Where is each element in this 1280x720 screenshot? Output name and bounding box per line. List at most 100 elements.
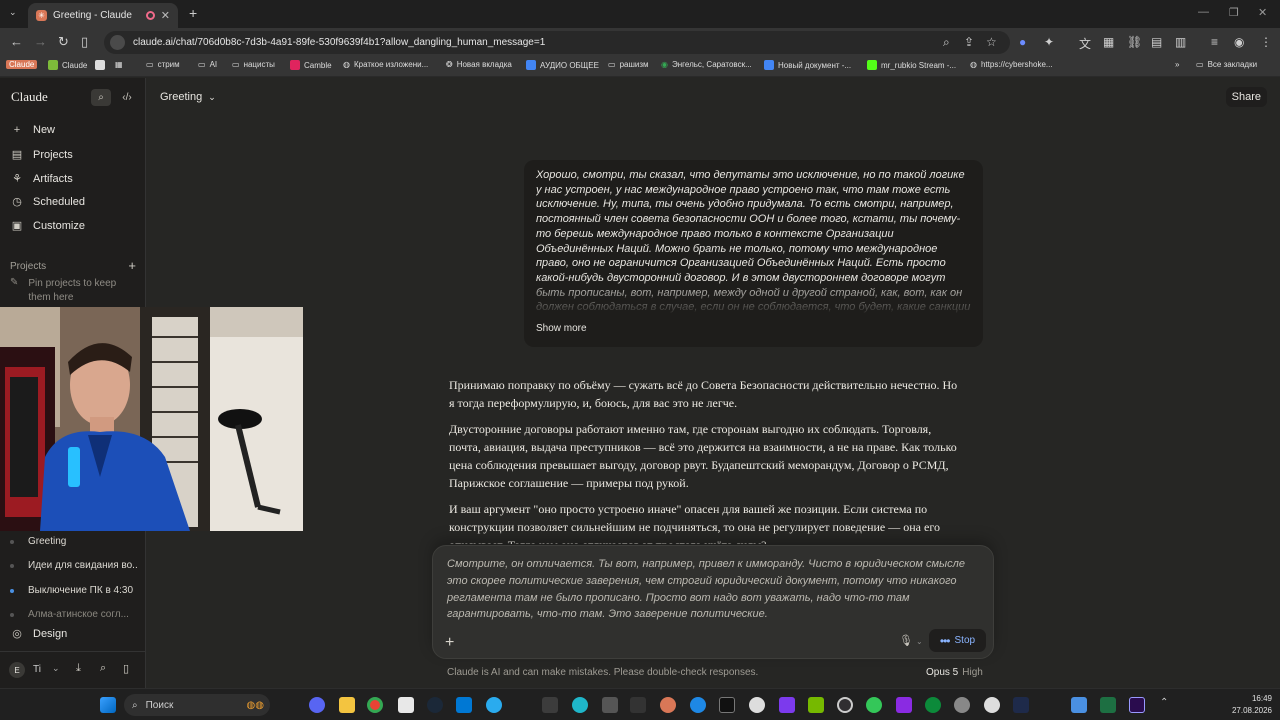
taskbar-clock[interactable]: 16:49 27.08.2026 <box>1232 693 1272 717</box>
download-icon[interactable]: ⤓ <box>76 662 81 675</box>
obsidian-icon[interactable] <box>779 697 795 713</box>
app-circle-icon[interactable] <box>572 697 588 713</box>
media-icon[interactable]: ≡ <box>1211 35 1218 49</box>
terminal-icon[interactable] <box>542 697 558 713</box>
show-more-button[interactable]: Show more <box>536 323 587 334</box>
puzzle-extensions-icon[interactable]: ✦ <box>1044 35 1054 49</box>
capcut-icon[interactable] <box>719 697 735 713</box>
recent-chat-item[interactable]: Greeting <box>10 536 138 547</box>
chrome-icon[interactable] <box>367 697 383 713</box>
zoom-icon[interactable]: ⌕ <box>943 35 950 50</box>
bookmark-claude-2[interactable]: Claude <box>48 60 87 70</box>
x-app-icon[interactable] <box>1013 697 1029 713</box>
collapse-sidebar-icon[interactable]: ▯ <box>123 662 129 675</box>
model-selector[interactable]: Opus 5 High <box>926 667 983 678</box>
apps-grid-icon[interactable]: ▦ <box>115 60 123 69</box>
sidepanel-icon[interactable]: ▯ <box>81 34 88 50</box>
globe-app-icon[interactable] <box>925 697 941 713</box>
bookmark-new-tab[interactable]: ❂ Новая вкладка <box>446 60 512 69</box>
bookmark-claude[interactable]: Claude <box>6 60 38 69</box>
split-icon[interactable]: ▤ <box>1151 35 1162 49</box>
recent-chat-item[interactable]: Выключение ПК в 4:30 <box>10 585 138 596</box>
store-icon[interactable] <box>456 697 472 713</box>
lightshot-icon[interactable] <box>896 697 912 713</box>
excel-icon[interactable] <box>1100 697 1116 713</box>
arc-icon[interactable] <box>630 697 646 713</box>
nav-new[interactable]: + New <box>10 124 55 136</box>
microphone-icon[interactable]: 🎙 ⌄ <box>899 634 923 647</box>
add-attachment-icon[interactable]: + <box>445 634 454 652</box>
share-button[interactable]: Share <box>1225 87 1267 107</box>
app-tag-icon[interactable] <box>602 697 618 713</box>
discord-icon[interactable] <box>309 697 325 713</box>
grid-icon[interactable]: ▦ <box>1103 35 1114 49</box>
nav-design[interactable]: ◎ Design <box>10 627 67 641</box>
nav-artifacts[interactable]: ⚘ Artifacts <box>10 172 73 186</box>
extension-icon[interactable]: ● <box>1019 35 1026 49</box>
browser-tab[interactable]: ✳ Greeting - Claude ✕ <box>28 3 178 28</box>
claude-app-icon[interactable] <box>660 697 676 713</box>
bookmark-audio[interactable]: АУДИО ОБЩЕЕ <box>526 60 599 70</box>
stop-button[interactable]: ••• Stop <box>929 629 986 652</box>
nav-customize[interactable]: ▣ Customize <box>10 219 85 233</box>
install-app-icon[interactable]: ⇪ <box>964 35 974 49</box>
tab-list-chevron-icon[interactable]: ⌄ <box>9 7 17 18</box>
reload-icon[interactable]: ↻ <box>58 34 69 50</box>
chat-mode-icon[interactable]: ⌕ <box>91 89 111 106</box>
nav-projects[interactable]: ▤ Projects <box>10 148 73 162</box>
chatgpt-icon[interactable] <box>749 697 765 713</box>
bookmarks-overflow-icon[interactable]: » <box>1175 60 1179 69</box>
menu-kebab-icon[interactable]: ⋮ <box>1260 35 1272 49</box>
taskbar-search[interactable]: ⌕ Поиск ◍◍ <box>124 694 270 716</box>
vpn-icon[interactable] <box>866 697 882 713</box>
tray-overflow-icon[interactable]: ⌃ <box>1160 697 1176 713</box>
bookmark-camble[interactable]: Camble <box>290 60 332 70</box>
user-avatar[interactable]: E <box>9 662 25 678</box>
add-project-icon[interactable]: + <box>128 259 136 272</box>
notes-icon[interactable] <box>398 697 414 713</box>
bookmark-kick-stream[interactable]: mr_rubkio Stream -... <box>867 60 956 70</box>
file-explorer-icon[interactable] <box>339 697 355 713</box>
bookmark-ai[interactable]: ▭ AI <box>198 60 217 69</box>
translate-icon[interactable]: 文 <box>1079 35 1091 52</box>
recording-app-icon[interactable] <box>984 697 1000 713</box>
link-icon[interactable]: ⛓ <box>1127 35 1142 49</box>
checkmark-app-icon[interactable] <box>690 697 706 713</box>
close-window-icon[interactable]: ✕ <box>1258 6 1267 19</box>
windows-start-icon[interactable] <box>100 697 116 713</box>
restore-window-icon[interactable]: ❐ <box>1229 6 1239 19</box>
nvidia-icon[interactable] <box>808 697 824 713</box>
premiere-icon[interactable] <box>1129 697 1145 713</box>
back-icon[interactable]: ← <box>10 34 23 49</box>
bookmark-engels[interactable]: ◉ Энгельс, Саратовск... <box>661 60 752 69</box>
settings-app-icon[interactable] <box>954 697 970 713</box>
profile-avatar-icon[interactable]: ◉ <box>1234 35 1244 49</box>
recent-chat-item[interactable]: Алма-атинское согл... <box>10 609 138 620</box>
telegram-icon[interactable] <box>486 697 502 713</box>
obs-icon[interactable] <box>837 697 853 713</box>
bookmark-new-doc[interactable]: Новый документ -... <box>764 60 851 70</box>
forward-icon[interactable]: → <box>34 34 47 49</box>
reading-list-icon[interactable]: ▥ <box>1175 35 1186 49</box>
message-composer[interactable]: Смотрите, он отличается. Ты вот, наприме… <box>432 545 994 659</box>
user-menu-chevron-icon[interactable]: ⌄ <box>52 663 60 674</box>
bookmark-star-icon[interactable]: ☆ <box>986 35 997 49</box>
bookmark-stream[interactable]: ▭ стрим <box>146 60 180 69</box>
minimize-window-icon[interactable]: — <box>1198 6 1209 18</box>
bookmark-rashism[interactable]: ▭ рашизм <box>608 60 649 69</box>
address-bar[interactable]: claude.ai/chat/706d0b8c-7d3b-4a91-89fe-5… <box>104 31 1010 54</box>
bookmark-summary[interactable]: ◍ Краткое изложени... <box>343 60 428 69</box>
code-mode-icon[interactable]: ‹/› <box>117 89 137 106</box>
new-tab-icon[interactable]: + <box>189 5 197 21</box>
bookmark-nazis[interactable]: ▭ нацисты <box>232 60 275 69</box>
user-name[interactable]: Ti <box>33 664 41 675</box>
brand-logo[interactable]: Claude <box>11 89 48 105</box>
nav-scheduled[interactable]: ◷ Scheduled <box>10 195 85 209</box>
all-bookmarks[interactable]: ▭ Все закладки <box>1196 60 1257 69</box>
site-info-icon[interactable] <box>110 35 125 50</box>
chat-title-menu[interactable]: Greeting ⌄ <box>160 91 216 103</box>
close-tab-icon[interactable]: ✕ <box>161 9 170 22</box>
steam-icon[interactable] <box>427 697 443 713</box>
bookmark-square-icon[interactable] <box>95 60 105 70</box>
recent-chat-item[interactable]: Идеи для свидания во... <box>10 560 138 571</box>
